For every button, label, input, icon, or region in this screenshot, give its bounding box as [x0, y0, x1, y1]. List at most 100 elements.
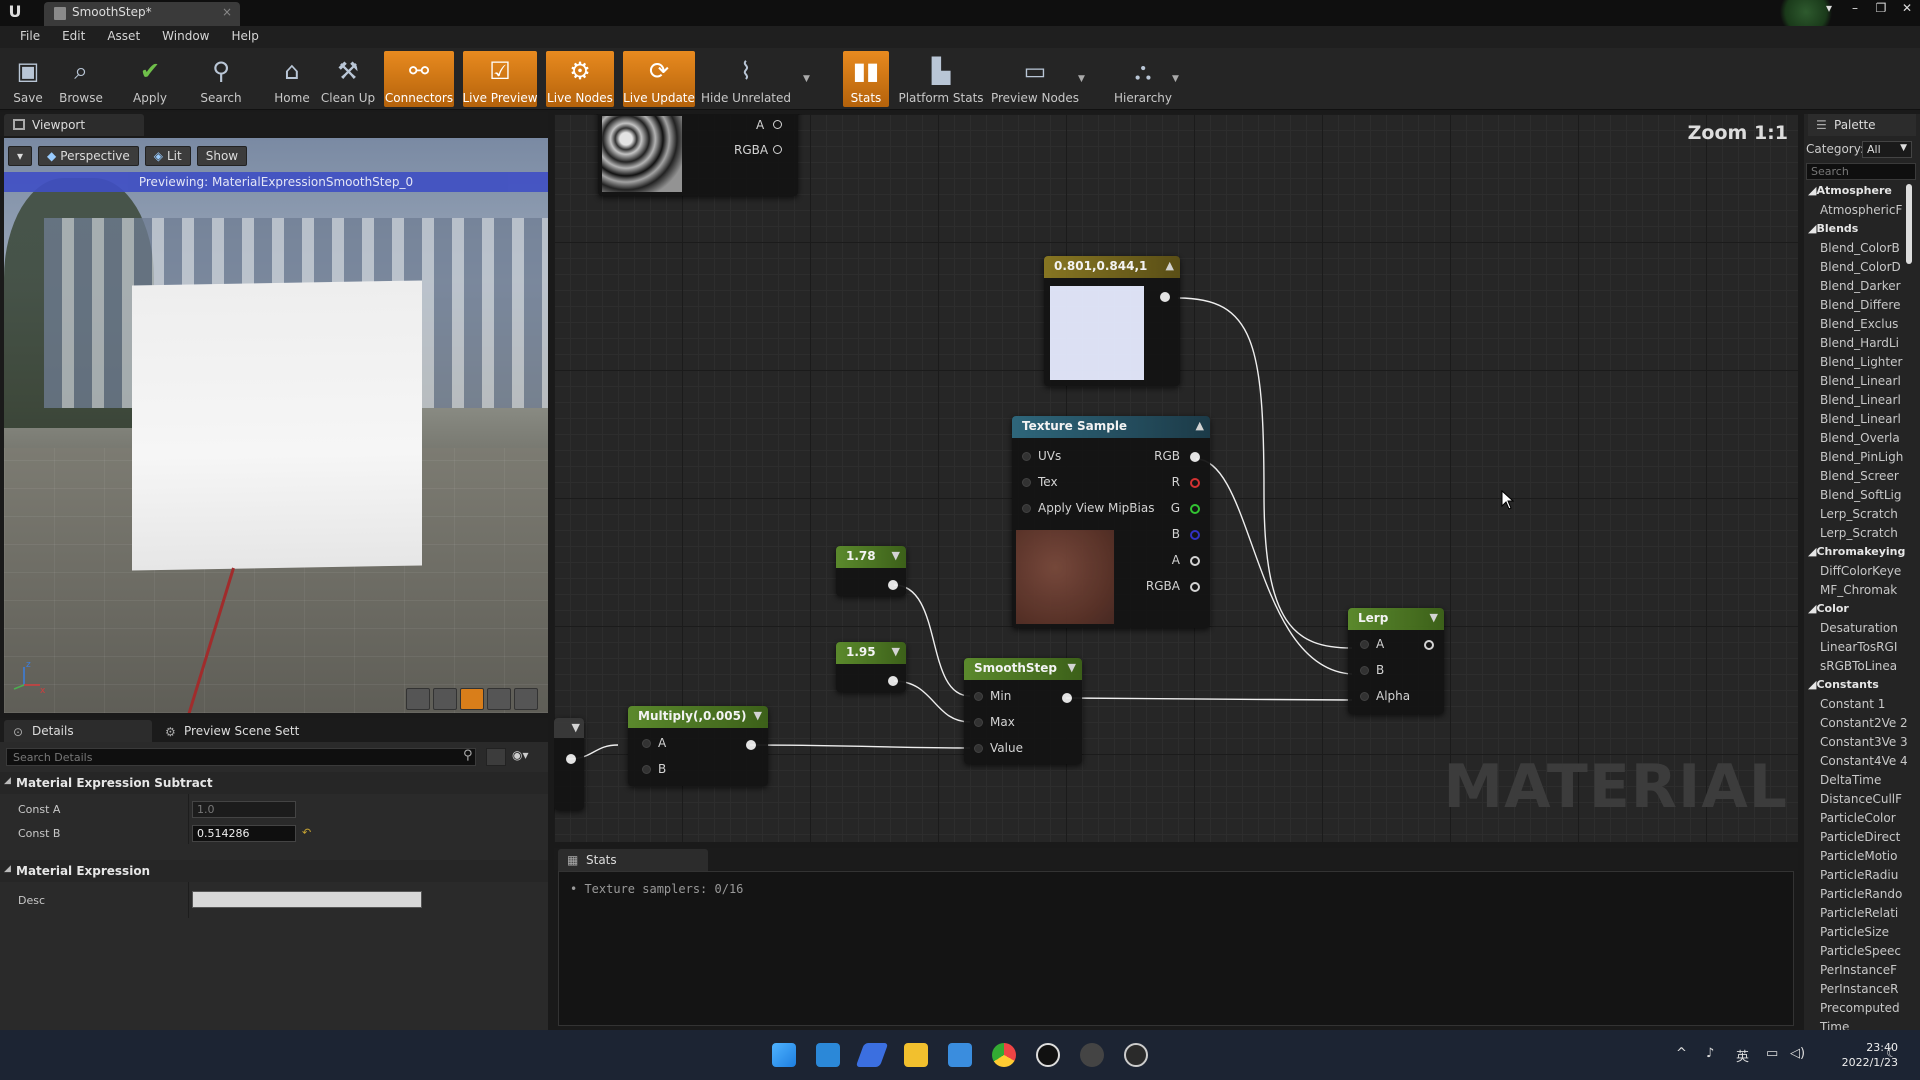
- preview-nodes-button[interactable]: ▭ Preview Nodes: [991, 51, 1079, 107]
- eye-visibility-icon[interactable]: ◉▾: [512, 748, 529, 762]
- palette-item[interactable]: ParticleRando: [1806, 887, 1916, 906]
- palette-item[interactable]: Blend_Lighter: [1806, 355, 1916, 374]
- document-tab[interactable]: SmoothStep* ×: [44, 2, 240, 26]
- live-nodes-button[interactable]: ⚙ Live Nodes: [546, 51, 614, 107]
- menu-help[interactable]: Help: [219, 26, 268, 48]
- collapse-arrow-icon[interactable]: ▼: [1430, 611, 1438, 624]
- palette-item[interactable]: ParticleRadiu: [1806, 868, 1916, 887]
- steam-icon[interactable]: [1124, 1043, 1148, 1067]
- palette-item[interactable]: Precomputed: [1806, 1001, 1916, 1020]
- collapse-arrow-icon[interactable]: ▼: [1068, 661, 1076, 674]
- view-options-icon[interactable]: [486, 748, 506, 766]
- start-windows-icon[interactable]: [772, 1043, 796, 1067]
- live-preview-button[interactable]: ☑ Live Preview: [462, 51, 538, 107]
- show-button[interactable]: Show: [196, 146, 248, 166]
- palette-item[interactable]: PerInstanceF: [1806, 963, 1916, 982]
- menu-asset[interactable]: Asset: [95, 26, 150, 48]
- home-button[interactable]: ⌂ Home: [272, 51, 312, 107]
- multiply-output-pin[interactable]: [746, 740, 756, 750]
- constant-output-pin[interactable]: [888, 580, 898, 590]
- palette-category[interactable]: ◢Chromakeying: [1806, 545, 1916, 564]
- constant-output-pin[interactable]: [888, 676, 898, 686]
- rgba-output-pin[interactable]: [1190, 582, 1200, 592]
- custom-mesh-icon[interactable]: [514, 688, 538, 710]
- close-window-icon[interactable]: ✕: [1894, 0, 1920, 16]
- collapse-arrow-icon[interactable]: ▼: [892, 645, 900, 658]
- b-input-pin[interactable]: B: [642, 762, 666, 776]
- viewport-menu-button[interactable]: ▾: [8, 146, 33, 166]
- lit-button[interactable]: ◈ Lit: [144, 146, 191, 166]
- palette-item[interactable]: Blend_PinLigh: [1806, 450, 1916, 469]
- palette-item[interactable]: ParticleDirect: [1806, 830, 1916, 849]
- collapse-arrow-icon[interactable]: ◢: [4, 864, 11, 874]
- palette-item[interactable]: Constant 1: [1806, 697, 1916, 716]
- palette-item[interactable]: DiffColorKeye: [1806, 564, 1916, 583]
- texture-sample-node[interactable]: Texture Sample ▲ UVs Tex Apply View MipB…: [1012, 416, 1210, 628]
- mipbias-input-pin[interactable]: Apply View MipBias: [1022, 501, 1154, 515]
- palette-item[interactable]: Blend_Linearl: [1806, 393, 1916, 412]
- offscreen-node[interactable]: ▼: [554, 718, 584, 810]
- palette-category[interactable]: ◢Constants: [1806, 678, 1916, 697]
- tex-input-pin[interactable]: Tex: [1022, 475, 1058, 489]
- palette-scrollbar[interactable]: [1906, 184, 1912, 264]
- palette-category[interactable]: ◢Color: [1806, 602, 1916, 621]
- min-input-pin[interactable]: Min: [974, 689, 1011, 703]
- lerp-b-input-pin[interactable]: B: [1360, 663, 1384, 677]
- chrome-icon[interactable]: [992, 1043, 1016, 1067]
- palette-item[interactable]: Lerp_Scratch: [1806, 526, 1916, 545]
- network-icon[interactable]: ▭: [1766, 1046, 1778, 1061]
- palette-item[interactable]: ParticleColor: [1806, 811, 1916, 830]
- palette-item[interactable]: DistanceCullF: [1806, 792, 1916, 811]
- palette-item[interactable]: Lerp_Scratch: [1806, 507, 1916, 526]
- palette-item[interactable]: ParticleSpeec: [1806, 944, 1916, 963]
- cube-mesh-icon[interactable]: [487, 688, 511, 710]
- collapse-arrow-icon[interactable]: ▲: [1166, 259, 1174, 272]
- smoothstep-node[interactable]: SmoothStep ▼ Min Max Value: [964, 658, 1082, 764]
- collapse-arrow-icon[interactable]: ◢: [4, 776, 11, 786]
- clean-up-button[interactable]: ⚒ Clean Up: [320, 51, 376, 107]
- palette-item[interactable]: Blend_Exclus: [1806, 317, 1916, 336]
- menu-file[interactable]: File: [8, 26, 50, 48]
- lerp-a-input-pin[interactable]: A: [1360, 637, 1384, 651]
- palette-category[interactable]: ◢Blends: [1806, 222, 1916, 241]
- palette-item[interactable]: sRGBToLinea: [1806, 659, 1916, 678]
- smoothstep-output-pin[interactable]: [1062, 693, 1072, 703]
- details-search-input[interactable]: Search Details: [6, 748, 476, 766]
- constant-195-node[interactable]: 1.95 ▼: [836, 642, 906, 692]
- palette-item[interactable]: DeltaTime: [1806, 773, 1916, 792]
- pin-a-connector[interactable]: [773, 120, 782, 129]
- palette-item[interactable]: ParticleRelati: [1806, 906, 1916, 925]
- uvs-input-pin[interactable]: UVs: [1022, 449, 1061, 463]
- lerp-alpha-input-pin[interactable]: Alpha: [1360, 689, 1410, 703]
- menu-edit[interactable]: Edit: [50, 26, 95, 48]
- const-a-field[interactable]: 1.0: [192, 801, 296, 818]
- close-tab-icon[interactable]: ×: [222, 5, 232, 19]
- hide-unrelated-button[interactable]: ⌇ Hide Unrelated: [701, 51, 791, 107]
- volume-icon[interactable]: ◁): [1790, 1046, 1805, 1061]
- rgb-output-pin[interactable]: [1190, 452, 1200, 462]
- hierarchy-dropdown-icon[interactable]: ▼: [1172, 74, 1179, 84]
- palette-item[interactable]: MF_Chromak: [1806, 583, 1916, 602]
- microsoft-store-icon[interactable]: [948, 1043, 972, 1067]
- collapse-arrow-icon[interactable]: ▼: [754, 709, 762, 722]
- collapse-arrow-icon[interactable]: ▼: [572, 721, 580, 734]
- restore-icon[interactable]: –: [1842, 0, 1868, 16]
- lerp-output-pin[interactable]: [1424, 640, 1434, 650]
- widgets-icon[interactable]: [816, 1043, 840, 1067]
- hierarchy-button[interactable]: ⛬ Hierarchy: [1114, 51, 1172, 107]
- palette-item[interactable]: Constant3Ve 3: [1806, 735, 1916, 754]
- file-explorer-icon[interactable]: [904, 1043, 928, 1067]
- pin-rgba-connector[interactable]: [773, 145, 782, 154]
- save-button[interactable]: ▣ Save: [8, 51, 48, 107]
- palette-item[interactable]: Blend_Screer: [1806, 469, 1916, 488]
- platform-stats-button[interactable]: ▙ Platform Stats: [898, 51, 983, 107]
- max-input-pin[interactable]: Max: [974, 715, 1015, 729]
- palette-item[interactable]: Desaturation: [1806, 621, 1916, 640]
- menu-window[interactable]: Window: [150, 26, 219, 48]
- g-output-pin[interactable]: [1190, 504, 1200, 514]
- cylinder-mesh-icon[interactable]: [406, 688, 430, 710]
- lerp-node[interactable]: Lerp ▼ A B Alpha: [1348, 608, 1444, 714]
- palette-item[interactable]: Blend_Overla: [1806, 431, 1916, 450]
- notification-icon[interactable]: ☾: [1886, 1046, 1898, 1061]
- palette-item[interactable]: Blend_HardLi: [1806, 336, 1916, 355]
